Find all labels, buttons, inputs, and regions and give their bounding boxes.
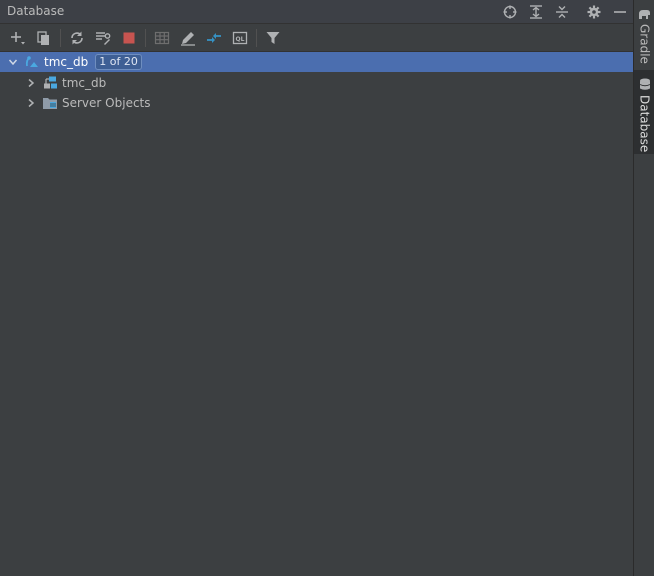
toolbar-separator: [60, 28, 61, 47]
datasource-icon: [24, 54, 40, 70]
database-tool-window: Database QL tmc_db 1 of 20 tmc_db Server…: [0, 0, 633, 576]
toolbar-separator: [256, 28, 257, 47]
tool-window-header: Database: [0, 0, 633, 24]
toolbar-separator: [145, 28, 146, 47]
gradle-elephant-icon: [638, 8, 651, 20]
side-tab-label: Gradle: [637, 24, 652, 64]
minimize-icon[interactable]: [607, 1, 633, 23]
filter-icon[interactable]: [260, 26, 286, 50]
sql-console-icon[interactable]: QL: [227, 26, 253, 50]
database-toolbar: QL: [0, 24, 633, 52]
tree-node-label: Server Objects: [62, 96, 151, 110]
refresh-icon[interactable]: [64, 26, 90, 50]
schema-icon: [42, 75, 58, 91]
table-icon[interactable]: [149, 26, 175, 50]
folder-icon: [42, 95, 58, 111]
chevron-down-icon[interactable]: [6, 55, 20, 69]
database-icon: [639, 78, 651, 91]
tree-node-schema[interactable]: tmc_db: [0, 73, 633, 93]
target-icon[interactable]: [497, 1, 523, 23]
tree-node-label: tmc_db: [44, 55, 89, 69]
properties-icon[interactable]: [90, 26, 116, 50]
add-icon[interactable]: [5, 26, 31, 50]
chevron-right-icon[interactable]: [24, 96, 38, 110]
chevron-right-icon[interactable]: [24, 76, 38, 90]
tree-node-root[interactable]: tmc_db 1 of 20: [0, 52, 633, 72]
expand-all-icon[interactable]: [523, 1, 549, 23]
gear-icon[interactable]: [581, 1, 607, 23]
collapse-all-icon[interactable]: [549, 1, 575, 23]
header-actions: [497, 0, 633, 24]
edit-icon[interactable]: [175, 26, 201, 50]
side-tab-gradle[interactable]: Gradle: [634, 0, 654, 68]
stop-icon[interactable]: [116, 26, 142, 50]
tree-node-label: tmc_db: [62, 76, 107, 90]
side-tab-label: Database: [637, 95, 652, 153]
side-tab-database[interactable]: Database: [634, 70, 654, 154]
tree-node-server-objects[interactable]: Server Objects: [0, 93, 633, 113]
svg-text:QL: QL: [236, 36, 245, 43]
schema-count-badge[interactable]: 1 of 20: [95, 54, 142, 70]
right-tool-window-bar: Gradle Database: [633, 0, 654, 576]
tool-window-title: Database: [7, 4, 65, 18]
jump-icon[interactable]: [201, 26, 227, 50]
copy-icon[interactable]: [31, 26, 57, 50]
database-tree[interactable]: tmc_db 1 of 20 tmc_db Server Objects: [0, 52, 633, 576]
